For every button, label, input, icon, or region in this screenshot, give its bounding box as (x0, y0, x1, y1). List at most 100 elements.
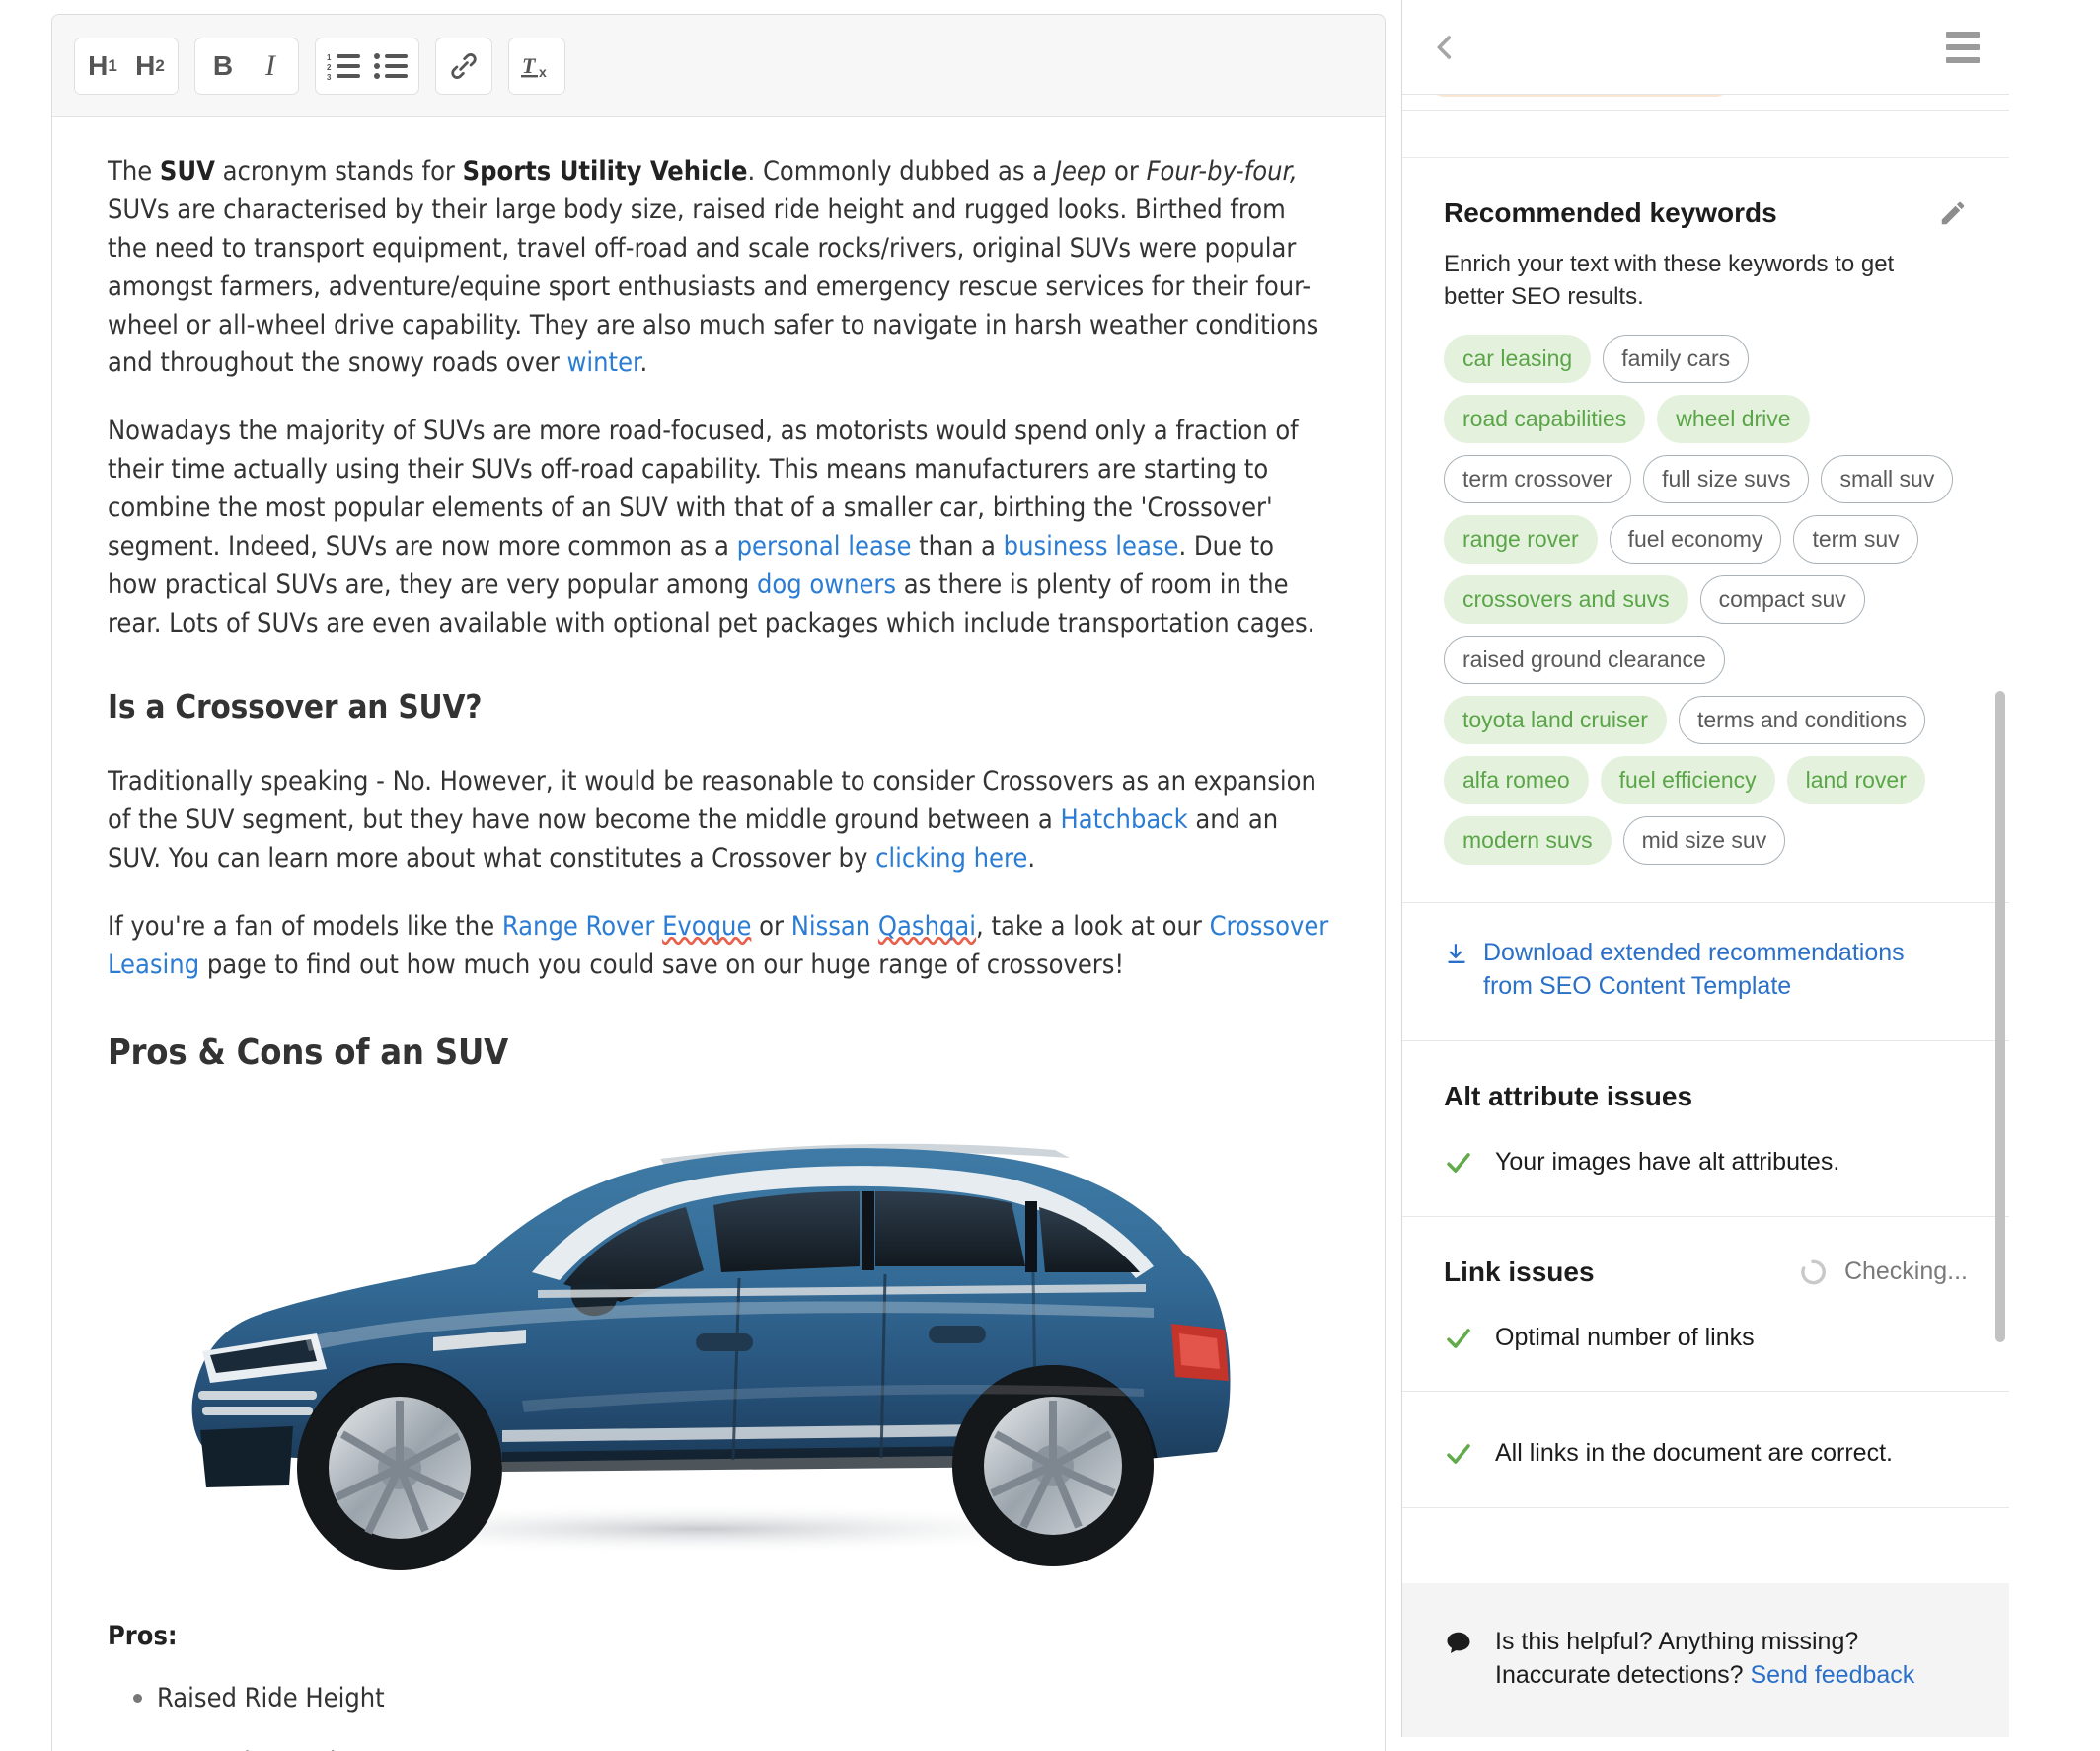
recommended-keywords-header: Recommended keywords (1444, 197, 1968, 229)
sidebar-scroll-area: Recommended keywords Enrich your text wi… (1402, 95, 2009, 1583)
keyword-tag[interactable]: crossovers and suvs (1444, 575, 1688, 625)
bullet-list-icon (374, 52, 408, 79)
p1-italic-four-by-four: Four-by-four, (1146, 156, 1298, 187)
svg-text:2: 2 (327, 63, 332, 72)
seo-writing-assistant-app: H1 H2 B I 1 2 3 T x The SUV acronym stan… (0, 0, 2100, 1751)
toolbar-group-headings: H1 H2 (74, 37, 179, 95)
keyword-tag[interactable]: car leasing (1444, 335, 1592, 384)
editor-card: H1 H2 B I 1 2 3 T x The SUV acronym stan… (51, 14, 1386, 1751)
keyword-tag[interactable]: full size suvs (1643, 455, 1810, 504)
link-correctness-row: All links in the document are correct. (1444, 1437, 1968, 1470)
toolbar-group-clear: T x (508, 37, 565, 95)
toolbar-group-text-style: B I (194, 37, 299, 95)
link-clicking-here[interactable]: clicking here (875, 843, 1027, 874)
download-recommendations-section: Download extended recommendations from S… (1402, 903, 2009, 1042)
link-issues-section: Link issues Checking... Optimal number o… (1402, 1216, 2009, 1393)
keyword-tag[interactable]: raised ground clearance (1444, 636, 1725, 685)
keyword-tag[interactable]: small suv (1821, 455, 1954, 504)
alt-attribute-issue-row: Your images have alt attributes. (1444, 1146, 1968, 1179)
list-item: Raised Ride Height (133, 1680, 1329, 1718)
link-check-status-text: Checking... (1843, 1257, 1968, 1286)
send-feedback-link[interactable]: Send feedback (1751, 1661, 1915, 1689)
feedback-line-1: Is this helpful? Anything missing? (1495, 1628, 1859, 1655)
keyword-tag[interactable]: compact suv (1699, 575, 1865, 625)
link-hatchback[interactable]: Hatchback (1061, 804, 1188, 835)
keyword-tag[interactable]: modern suvs (1444, 816, 1612, 866)
svg-text:1: 1 (327, 53, 332, 62)
feedback-line-2: Inaccurate detections? (1495, 1661, 1751, 1689)
link-nissan-qashqai[interactable]: Nissan Qashqai (791, 911, 976, 942)
keyword-tag[interactable]: family cars (1603, 335, 1750, 384)
link-dog-owners[interactable]: dog owners (757, 570, 896, 600)
collapsed-section-row (1402, 111, 2009, 158)
check-icon (1447, 1153, 1470, 1174)
toolbar-group-lists: 1 2 3 (315, 37, 419, 95)
p4-link1-misspelled: Evoque (662, 910, 752, 942)
p4-link1-part1: Range Rover (501, 910, 663, 942)
pencil-icon[interactable] (1938, 198, 1968, 228)
partial-section-above (1402, 95, 2009, 111)
link-issues-header: Link issues Checking... (1444, 1256, 1968, 1288)
p1-text-5: SUVs are characterised by their large bo… (108, 193, 1319, 379)
blue-suv-illustration (108, 1104, 1323, 1575)
keyword-tag[interactable]: road capabilities (1444, 395, 1646, 444)
link-issue-text: Optimal number of links (1495, 1323, 1755, 1351)
h2-button[interactable]: H2 (126, 40, 174, 92)
p1-italic-jeep: Jeep (1054, 156, 1107, 187)
seo-assistant-sidebar: Recommended keywords Enrich your text wi… (1401, 0, 2009, 1737)
speech-bubble-icon (1447, 1632, 1470, 1653)
svg-text:x: x (539, 64, 547, 80)
keyword-tag[interactable]: wheel drive (1657, 395, 1810, 444)
heading-is-a-crossover-an-suv: Is a Crossover an SUV? (108, 686, 483, 725)
insert-link-button[interactable] (440, 40, 488, 92)
keyword-tag[interactable]: toyota land cruiser (1444, 696, 1667, 745)
download-icon (1448, 944, 1465, 964)
p4-link2-misspelled: Qashqai (877, 910, 977, 942)
keyword-tag[interactable]: alfa romeo (1444, 756, 1589, 805)
p1-bold-suv: SUV (159, 156, 215, 187)
check-icon (1447, 1444, 1470, 1465)
p4-text-3: , take a look at our (976, 910, 1210, 942)
p1-bold-sports-utility-vehicle: Sports Utility Vehicle (462, 156, 748, 187)
link-check-status: Checking... (1797, 1256, 1968, 1288)
alt-attribute-issue-text: Your images have alt attributes. (1495, 1148, 1840, 1177)
italic-button[interactable]: I (247, 40, 294, 92)
link-winter[interactable]: winter (567, 347, 640, 378)
keyword-tag[interactable]: term suv (1793, 515, 1918, 565)
keyword-tag[interactable]: terms and conditions (1678, 696, 1926, 745)
p4-link2-part1: Nissan (790, 910, 878, 942)
document-body[interactable]: The SUV acronym stands for Sports Utilit… (52, 117, 1385, 1751)
link-issues-title: Link issues (1444, 1256, 1595, 1287)
link-correctness-section: All links in the document are correct. (1402, 1392, 2009, 1508)
p1-text-1: The (108, 156, 160, 187)
download-recommendations-link[interactable]: Download extended recommendations from S… (1444, 937, 1968, 1003)
hamburger-menu-icon[interactable] (1946, 31, 1980, 63)
ordered-list-button[interactable]: 1 2 3 (320, 40, 367, 92)
sidebar-scrollbar-thumb[interactable] (1995, 691, 2005, 1342)
keyword-tag[interactable]: range rover (1444, 515, 1598, 565)
keyword-tag[interactable]: term crossover (1444, 455, 1632, 504)
svg-text:3: 3 (327, 73, 332, 81)
editor-panel: H1 H2 B I 1 2 3 T x The SUV acronym stan… (0, 0, 1401, 1751)
recommended-keywords-title: Recommended keywords (1444, 197, 1777, 228)
keyword-tag[interactable]: land rover (1786, 756, 1925, 805)
link-business-lease[interactable]: business lease (1004, 531, 1179, 562)
link-personal-lease[interactable]: personal lease (737, 531, 912, 562)
bold-button[interactable]: B (199, 40, 247, 92)
paragraph-4: If you're a fan of models like the Range… (108, 908, 1329, 985)
link-range-rover-evoque[interactable]: Range Rover Evoque (502, 911, 752, 942)
alt-attribute-issues-title: Alt attribute issues (1444, 1081, 1693, 1112)
chevron-left-icon[interactable] (1428, 31, 1462, 64)
keyword-tag[interactable]: fuel efficiency (1600, 756, 1775, 805)
clear-formatting-button[interactable]: T x (513, 40, 561, 92)
p1-text-2: acronym stands for (214, 156, 463, 187)
keyword-tag[interactable]: fuel economy (1609, 515, 1782, 565)
p4-text-1: If you're a fan of models like the (108, 910, 502, 942)
recommended-keywords-section: Recommended keywords Enrich your text wi… (1402, 158, 2009, 904)
keyword-tag[interactable]: mid size suv (1622, 816, 1786, 866)
p3-text-3: . (1027, 842, 1036, 874)
editor-toolbar: H1 H2 B I 1 2 3 T x (52, 15, 1385, 117)
h1-button[interactable]: H1 (79, 40, 126, 92)
bullet-list-button[interactable] (367, 40, 414, 92)
feedback-section: Is this helpful? Anything missing? Inacc… (1402, 1583, 2009, 1737)
